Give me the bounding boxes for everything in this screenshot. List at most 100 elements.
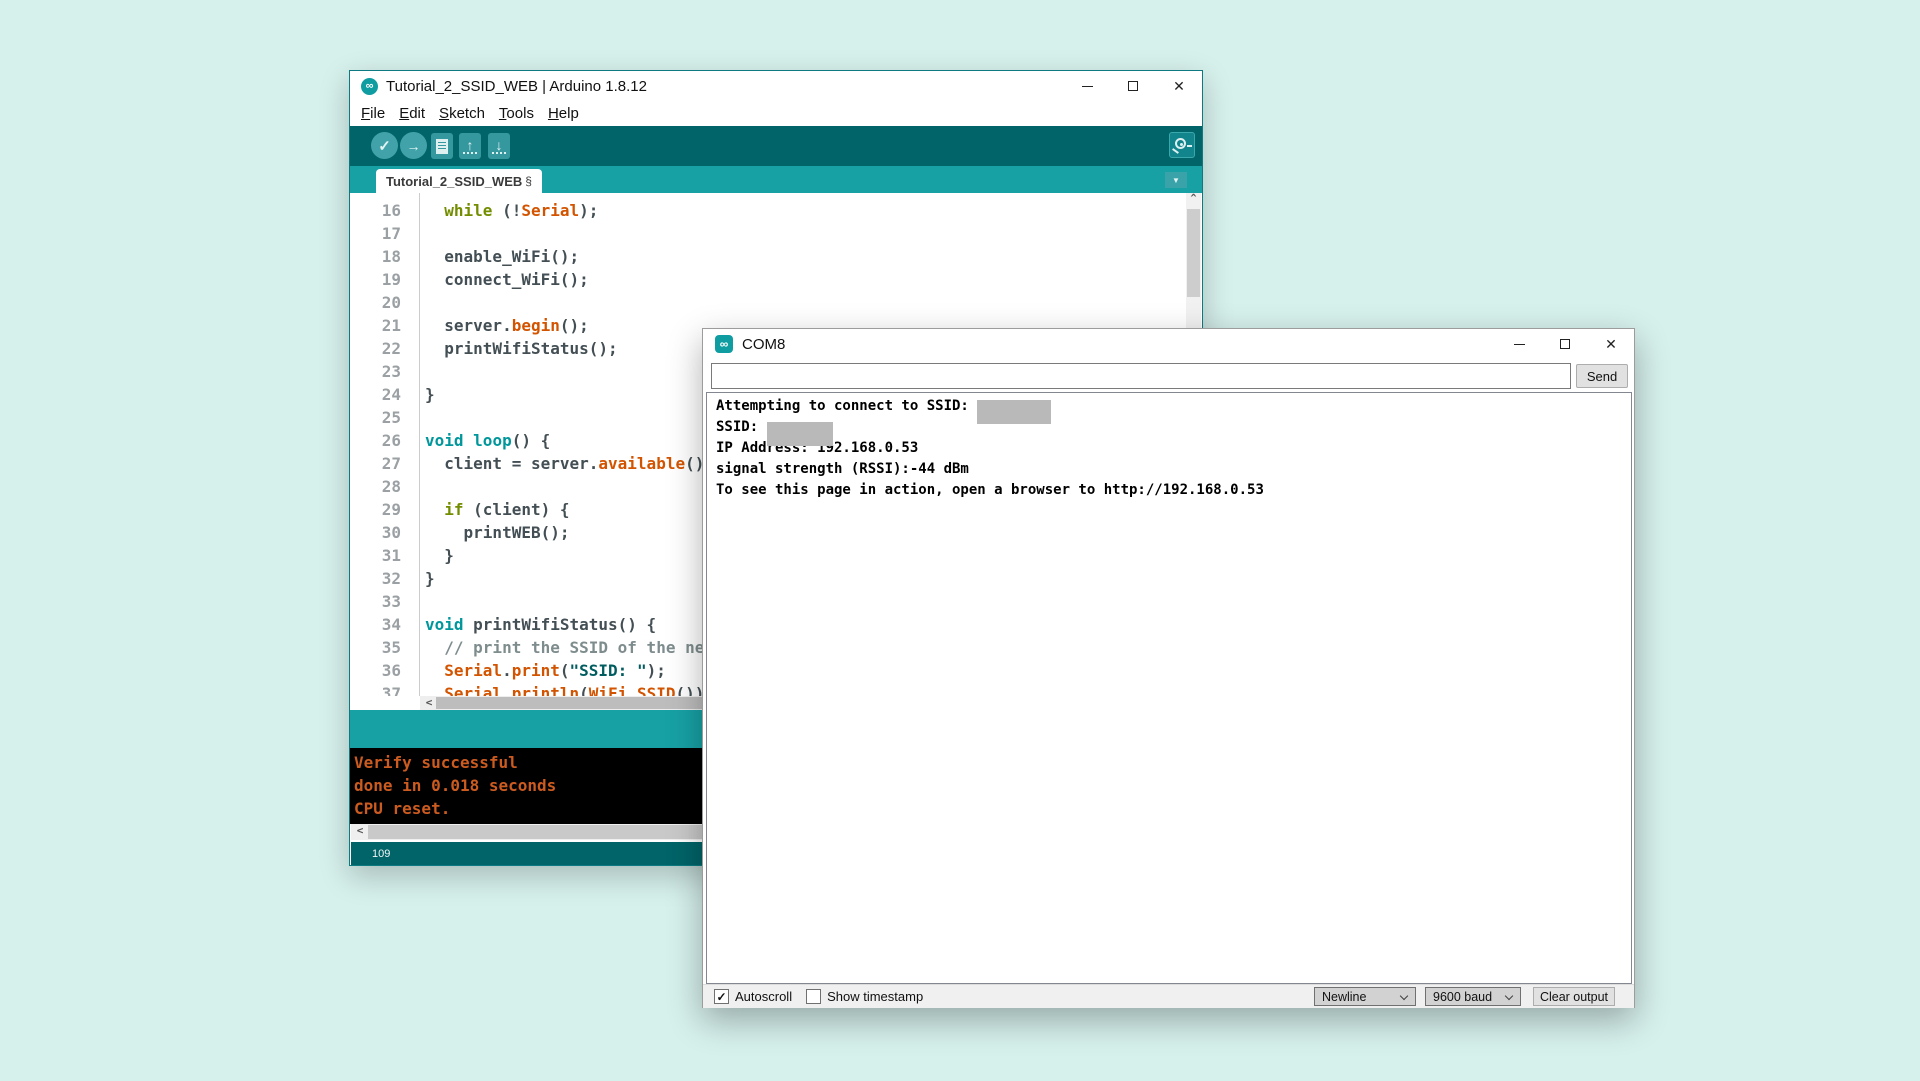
tab-suffix: § [525,174,532,188]
menu-file[interactable]: File [361,105,385,122]
caret-line-indicator: 109 [372,848,390,860]
maximize-icon [1560,339,1570,349]
send-button-label: Send [1587,369,1617,384]
code-line: 19 connect_WiFi(); [350,270,1202,293]
verify-button[interactable]: ✓ [371,132,398,159]
line-number: 30 [350,523,411,546]
close-icon: ✕ [1605,337,1617,351]
minimize-icon [1082,86,1093,87]
ide-maximize-button[interactable] [1110,71,1156,101]
clear-output-label: Clear output [1540,990,1608,1004]
line-number: 33 [350,592,411,615]
serial-output-line: Attempting to connect to SSID: [716,398,1631,419]
line-number: 19 [350,270,411,293]
line-ending-value: Newline [1322,990,1366,1004]
autoscroll-checkbox[interactable]: ✓ [714,989,729,1004]
scroll-left-icon: < [353,824,367,838]
ide-titlebar[interactable]: ∞ Tutorial_2_SSID_WEB | Arduino 1.8.12 ✕ [350,71,1202,101]
baud-rate-select[interactable]: 9600 baud [1425,987,1521,1006]
show-timestamp-checkbox[interactable] [806,989,821,1004]
line-number: 37 [350,684,411,696]
menu-tools[interactable]: Tools [499,105,534,122]
serial-monitor-button[interactable] [1169,132,1195,158]
line-number: 32 [350,569,411,592]
tray-line [492,152,506,154]
open-sketch-button[interactable]: ↑ [459,133,481,159]
serial-output-area[interactable]: Attempting to connect to SSID: SSID: IP … [706,392,1632,984]
serial-window-title: COM8 [742,336,785,353]
tab-tutorial-2-ssid-web[interactable]: Tutorial_2_SSID_WEB § [376,169,542,193]
save-sketch-button[interactable]: ↓ [488,133,510,159]
arrow-right-icon: → [407,140,421,152]
scroll-up-icon: ^ [1186,193,1201,207]
serial-close-button[interactable]: ✕ [1588,329,1634,359]
code-line: 18 enable_WiFi(); [350,247,1202,270]
line-number: 18 [350,247,411,270]
chevron-down-icon [1505,992,1513,1000]
line-number: 24 [350,385,411,408]
scroll-left-icon: < [422,696,436,710]
serial-titlebar[interactable]: ∞ COM8 ✕ [703,329,1634,359]
serial-maximize-button[interactable] [1542,329,1588,359]
line-ending-select[interactable]: Newline [1314,987,1416,1006]
serial-monitor-window: ∞ COM8 ✕ Send Attempting to connect to S… [702,328,1635,1008]
scrollbar-thumb[interactable] [1187,209,1200,297]
line-number: 26 [350,431,411,454]
line-number: 28 [350,477,411,500]
code-line: 17 [350,224,1202,247]
arduino-logo-icon: ∞ [715,335,733,353]
ide-window-title: Tutorial_2_SSID_WEB | Arduino 1.8.12 [386,78,647,95]
maximize-icon [1128,81,1138,91]
line-number: 25 [350,408,411,431]
line-number: 22 [350,339,411,362]
code-line: 20 [350,293,1202,316]
serial-output-text: To see this page in action, open a brows… [716,482,1264,498]
arrow-down-icon: ↓ [496,139,503,151]
line-number: 23 [350,362,411,385]
line-number: 16 [350,201,411,224]
baud-rate-value: 9600 baud [1433,990,1492,1004]
serial-send-input[interactable] [711,363,1571,389]
menu-sketch[interactable]: Sketch [439,105,485,122]
tab-list-dropdown-button[interactable]: ▼ [1165,172,1187,188]
autoscroll-label: Autoscroll [735,989,792,1004]
menu-edit[interactable]: Edit [399,105,425,122]
menu-help[interactable]: Help [548,105,579,122]
magnifier-icon [1175,138,1186,149]
serial-output-line: To see this page in action, open a brows… [716,482,1631,503]
send-button[interactable]: Send [1576,364,1628,388]
redacted-text [977,400,1051,424]
serial-bottom-bar: ✓ Autoscroll Show timestamp Newline 9600… [703,984,1634,1008]
ide-toolbar: ✓ → ↑ ↓ [350,126,1202,166]
arrow-up-icon: ↑ [467,139,474,151]
line-number: 21 [350,316,411,339]
serial-minimize-button[interactable] [1496,329,1542,359]
new-sketch-button[interactable] [431,133,453,159]
serial-output-line: signal strength (RSSI):-44 dBm [716,461,1631,482]
serial-output-text: signal strength (RSSI):-44 dBm [716,461,969,477]
tray-line [463,152,477,154]
serial-output-text: Attempting to connect to SSID: [716,398,977,414]
line-number: 29 [350,500,411,523]
arduino-logo-icon: ∞ [361,78,378,95]
line-number: 36 [350,661,411,684]
code-line: 16 while (!Serial); [350,201,1202,224]
chevron-down-icon [1400,992,1408,1000]
tab-strip: Tutorial_2_SSID_WEB § ▼ [350,166,1202,193]
line-number: 35 [350,638,411,661]
close-icon: ✕ [1173,79,1185,93]
clear-output-button[interactable]: Clear output [1533,987,1615,1006]
magnifier-handle [1172,148,1179,154]
serial-output-text: SSID: [716,419,767,435]
line-number: 20 [350,293,411,316]
chevron-down-icon: ▼ [1172,176,1180,185]
ide-minimize-button[interactable] [1064,71,1110,101]
line-number: 31 [350,546,411,569]
line-number: 27 [350,454,411,477]
serial-output-line: IP Address: 192.168.0.53 [716,440,1631,461]
check-icon: ✓ [378,137,391,155]
show-timestamp-label: Show timestamp [827,989,923,1004]
menu-bar: File Edit Sketch Tools Help [350,101,1202,126]
ide-close-button[interactable]: ✕ [1156,71,1202,101]
upload-button[interactable]: → [400,132,427,159]
